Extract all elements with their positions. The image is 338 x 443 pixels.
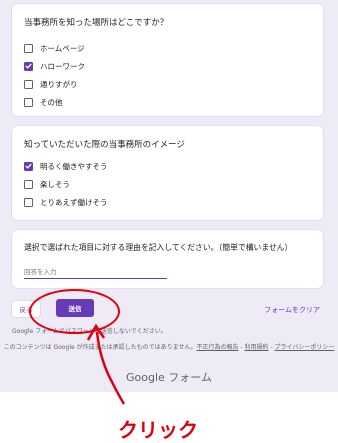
checkbox[interactable]	[24, 43, 33, 53]
google-forms-logo: Google フォーム	[126, 371, 212, 384]
checkbox-checked[interactable]	[24, 161, 33, 171]
checkbox-option[interactable]: 明るく働きやすそう	[24, 160, 108, 172]
question-title: 知っていただいた際の当事務所のイメージ	[24, 140, 185, 150]
checkbox-option[interactable]: 通りすがり	[24, 78, 78, 90]
checkbox[interactable]	[24, 179, 33, 189]
checkbox[interactable]	[24, 97, 33, 107]
question-title: 選択で選ばれた項目に対する理由を記入してください。（簡単で構いません）	[24, 243, 293, 252]
disclaimer-text: このコンテンツは Google が作成または承認したものではありません。	[3, 344, 197, 351]
question-title: 当事務所を知った場所はどこですか？	[24, 18, 169, 28]
option-label: ハローワーク	[40, 61, 85, 71]
checkbox-checked[interactable]	[24, 61, 33, 71]
option-label: 明るく働きやすそう	[40, 161, 108, 171]
question-card-source: 当事務所を知った場所はどこですか？ ホームページ ハローワーク 通りすがり その…	[12, 4, 323, 116]
checkbox-option[interactable]: その他	[24, 96, 63, 108]
checkbox-option[interactable]: ハローワーク	[24, 60, 85, 72]
option-label: ホームページ	[40, 43, 85, 53]
click-highlight-circle	[29, 289, 120, 334]
report-abuse-link[interactable]: 不正行為の報告	[196, 344, 238, 351]
disclaimer-line: このコンテンツは Google が作成または承認したものではありません。不正行為…	[0, 342, 338, 351]
terms-link[interactable]: 利用規約	[244, 344, 268, 351]
option-label: 楽しそう	[40, 179, 70, 189]
answer-input[interactable]	[24, 266, 167, 279]
option-label: その他	[40, 97, 63, 107]
clear-form-link[interactable]: フォームをクリア	[264, 305, 320, 315]
checkbox[interactable]	[24, 197, 33, 207]
checkbox[interactable]	[24, 79, 33, 89]
checkbox-option[interactable]: 楽しそう	[24, 178, 70, 190]
checkbox-option[interactable]: とりあえず働けそう	[24, 196, 108, 208]
checkmark-icon	[25, 63, 32, 69]
option-label: とりあえず働けそう	[40, 197, 108, 207]
option-label: 通りすがり	[40, 79, 78, 89]
question-card-image: 知っていただいた際の当事務所のイメージ 明るく働きやすそう 楽しそう とりあえず…	[12, 126, 323, 220]
checkmark-icon	[25, 163, 32, 169]
privacy-link[interactable]: プライバシーポリシー	[274, 344, 334, 351]
question-card-reason: 選択で選ばれた項目に対する理由を記入してください。（簡単で構いません）	[12, 230, 323, 288]
checkbox-option[interactable]: ホームページ	[24, 42, 85, 54]
click-annotation-label: クリック	[118, 418, 198, 442]
